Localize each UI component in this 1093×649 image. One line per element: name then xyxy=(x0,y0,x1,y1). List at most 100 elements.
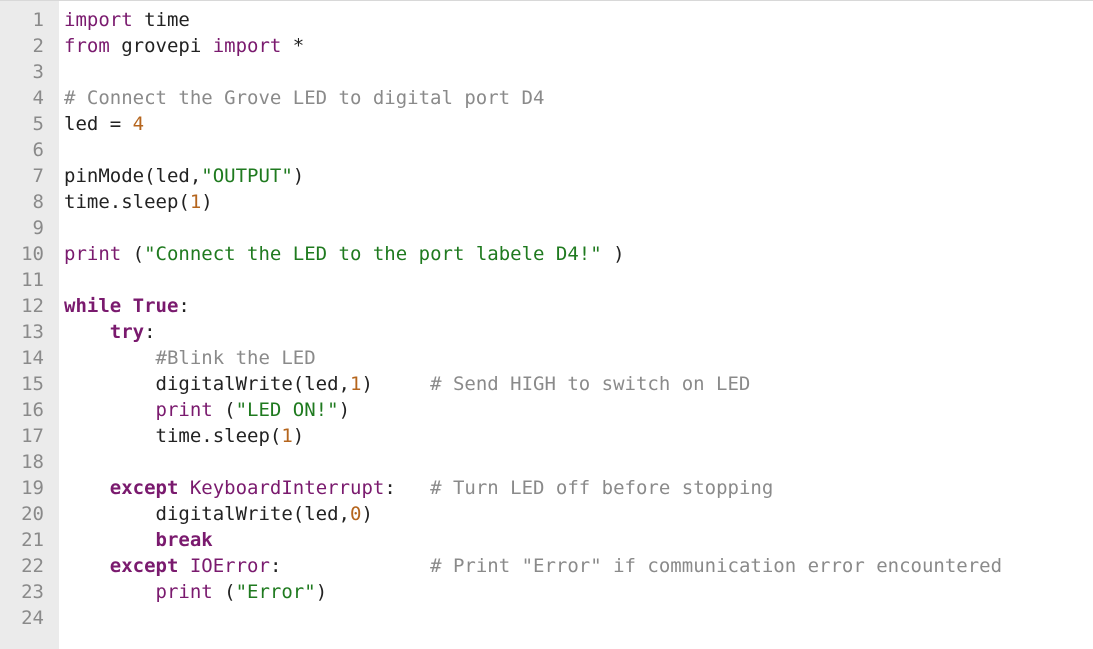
code-token: # Send HIGH to switch on LED xyxy=(430,373,751,395)
code-token: digitalWrite(led, xyxy=(64,503,350,525)
code-line[interactable]: 19 except KeyboardInterrupt: # Turn LED … xyxy=(0,475,1093,501)
code-line[interactable]: 15 digitalWrite(led,1) # Send HIGH to sw… xyxy=(0,371,1093,397)
code-line[interactable]: 2 from grovepi import * xyxy=(0,33,1093,59)
code-line[interactable]: 21 break xyxy=(0,527,1093,553)
code-text[interactable]: time.sleep(1) xyxy=(64,423,305,449)
code-token: except xyxy=(109,477,179,499)
code-line[interactable]: 12 while True: xyxy=(0,293,1093,319)
code-text[interactable]: break xyxy=(64,527,213,553)
code-line[interactable]: 24 xyxy=(0,605,1093,631)
line-number: 24 xyxy=(21,607,44,629)
code-text[interactable]: # Connect the Grove LED to digital port … xyxy=(64,85,544,111)
line-number: 12 xyxy=(21,295,44,317)
code-text[interactable]: print ("Error") xyxy=(64,579,328,605)
line-number: 15 xyxy=(21,373,44,395)
code-text[interactable]: #Blink the LED xyxy=(64,345,316,371)
code-line[interactable]: 13 try: xyxy=(0,319,1093,345)
code-token: # Print "Error" if communication error e… xyxy=(430,555,1003,577)
line-number: 9 xyxy=(32,217,44,239)
line-number: 22 xyxy=(21,555,44,577)
line-number: 6 xyxy=(32,139,44,161)
code-token: 1 xyxy=(281,425,293,447)
line-number: 11 xyxy=(21,269,44,291)
code-token: break xyxy=(155,529,213,551)
code-token: KeyboardInterrupt xyxy=(189,477,385,499)
line-number: 18 xyxy=(21,451,44,473)
line-number: 3 xyxy=(32,61,44,83)
code-editor[interactable]: 1 import time 2 from grovepi import * 3 4 # Co… xyxy=(0,0,1093,649)
code-token: import xyxy=(64,9,133,31)
code-token: # Connect the Grove LED to digital port … xyxy=(64,87,545,109)
line-number: 16 xyxy=(21,399,44,421)
code-text[interactable]: while True: xyxy=(64,293,190,319)
code-line[interactable]: 17 time.sleep(1) xyxy=(0,423,1093,449)
code-token: : xyxy=(144,321,156,343)
line-number: 5 xyxy=(32,113,44,135)
code-text[interactable]: except IOError: # Print "Error" if commu… xyxy=(64,553,1002,579)
code-token: 1 xyxy=(189,191,202,213)
code-text[interactable]: except KeyboardInterrupt: # Turn LED off… xyxy=(64,475,774,501)
code-token: ( xyxy=(212,399,236,421)
code-token: ( xyxy=(121,243,145,265)
code-line[interactable]: 10 print ("Connect the LED to the port la… xyxy=(0,241,1093,267)
code-token: ) xyxy=(338,399,351,421)
code-token: ( xyxy=(212,581,236,603)
code-line[interactable]: 8 time.sleep(1) xyxy=(0,189,1093,215)
code-line[interactable]: 16 print ("LED ON!") xyxy=(0,397,1093,423)
code-token: pinMode(led, xyxy=(64,165,202,187)
code-token: ) xyxy=(361,503,373,525)
code-line[interactable]: 7 pinMode(led,"OUTPUT") xyxy=(0,163,1093,189)
code-token: IOError xyxy=(189,555,270,577)
code-token: "LED ON!" xyxy=(235,399,339,421)
line-number: 13 xyxy=(21,321,44,343)
code-line[interactable]: 6 xyxy=(0,137,1093,163)
code-line[interactable]: 22 except IOError: # Print "Error" if co… xyxy=(0,553,1093,579)
code-text[interactable]: import time xyxy=(64,7,190,33)
code-text[interactable]: digitalWrite(led,1) # Send HIGH to switc… xyxy=(64,371,751,397)
code-token: : xyxy=(178,295,190,317)
code-line[interactable]: 4 # Connect the Grove LED to digital port… xyxy=(0,85,1093,111)
code-text[interactable]: from grovepi import * xyxy=(64,33,304,59)
code-text[interactable]: time.sleep(1) xyxy=(64,189,213,215)
code-token: : xyxy=(384,477,431,499)
code-token: print xyxy=(155,399,213,421)
line-number: 20 xyxy=(21,503,44,525)
code-token: grovepi xyxy=(109,35,213,57)
code-token: import xyxy=(212,35,282,57)
code-line[interactable]: 3 xyxy=(0,59,1093,85)
code-text[interactable]: try: xyxy=(64,319,156,345)
code-text[interactable]: pinMode(led,"OUTPUT") xyxy=(64,163,304,189)
line-number: 7 xyxy=(32,165,44,187)
code-line[interactable]: 11 xyxy=(0,267,1093,293)
code-token: led = xyxy=(64,113,133,135)
line-number: 10 xyxy=(21,243,44,265)
code-token: ) xyxy=(292,165,305,187)
code-token: print xyxy=(64,243,122,265)
code-text[interactable]: print ("Connect the LED to the port labe… xyxy=(64,241,625,267)
line-number: 21 xyxy=(21,529,44,551)
code-line[interactable]: 9 xyxy=(0,215,1093,241)
code-token: time.sleep( xyxy=(64,425,282,447)
line-number: 19 xyxy=(21,477,44,499)
code-line[interactable]: 1 import time xyxy=(0,7,1093,33)
code-token: #Blink the LED xyxy=(155,347,316,369)
code-line[interactable]: 5 led = 4 xyxy=(0,111,1093,137)
code-line[interactable]: 23 print ("Error") xyxy=(0,579,1093,605)
code-text[interactable]: print ("LED ON!") xyxy=(64,397,351,423)
code-token: ) xyxy=(315,581,328,603)
code-line[interactable]: 18 xyxy=(0,449,1093,475)
line-number: 4 xyxy=(32,87,44,109)
code-token: "Error" xyxy=(235,581,316,603)
code-line[interactable]: 20 digitalWrite(led,0) xyxy=(0,501,1093,527)
code-line[interactable]: 14 #Blink the LED xyxy=(0,345,1093,371)
code-text[interactable]: led = 4 xyxy=(64,111,144,137)
code-text[interactable]: digitalWrite(led,0) xyxy=(64,501,373,527)
